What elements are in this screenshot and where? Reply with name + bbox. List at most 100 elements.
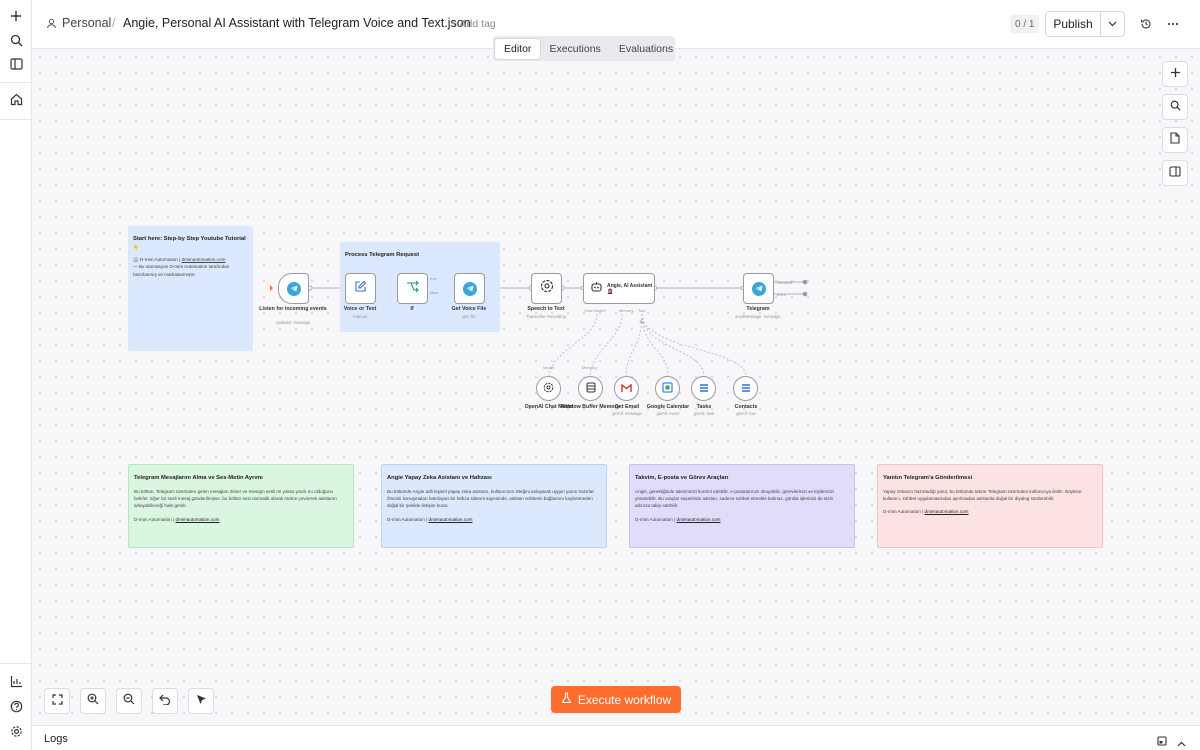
sticky-footer: D-mim Automation | dmimautomation.com [387, 516, 473, 522]
sticky-note-red[interactable]: Yanıtın Telegram'a Gönderilmesi Yapay ze… [877, 464, 1103, 548]
publish-button[interactable]: Publish [1045, 11, 1125, 37]
help-icon[interactable] [8, 698, 24, 714]
sticky-note-icon [1170, 131, 1180, 149]
sidebar-toggle-icon[interactable] [8, 56, 24, 72]
sticky-title: Angie Yapay Zeka Asistanı ve Hafızası [387, 475, 492, 481]
plus-icon[interactable] [8, 8, 24, 24]
node-subtitle: get: file [462, 314, 476, 319]
sticky-link[interactable]: dmimautomation.com [677, 517, 721, 522]
search-nodes-button[interactable] [1162, 94, 1188, 120]
node-subtitle: getAll: row [736, 411, 756, 416]
execute-workflow-button[interactable]: Execute workflow [551, 686, 681, 713]
gmail-icon [621, 380, 632, 398]
node-speech-to-text[interactable] [531, 273, 562, 304]
node-label: Contacts [734, 404, 758, 410]
sticky-footer: D-mim Automation | dmimautomation.com [134, 516, 220, 522]
sticky-footer: D-mim Automation | dmimautomation.com [635, 516, 721, 522]
workflow-name[interactable]: Angie, Personal AI Assistant with Telegr… [123, 16, 471, 30]
tasks-icon [699, 380, 709, 398]
sticky-body: Bu bölümde Angie adlı kişisel yapay zeka… [387, 489, 595, 509]
tab-executions[interactable]: Executions [540, 39, 609, 59]
port-label-error: Error [777, 292, 786, 297]
sticky-note-start[interactable]: Start here: Step-by Step Youtube Tutoria… [128, 226, 253, 351]
sticky-title: Telegram Mesajlarını Alma ve Ses-Metin A… [134, 475, 263, 481]
add-tag-button[interactable]: + Add tag [451, 18, 496, 30]
zoom-out-button[interactable] [116, 688, 142, 714]
zoom-in-button[interactable] [80, 688, 106, 714]
node-label: Telegram [746, 306, 770, 312]
view-tabs: Editor Executions Evaluations [493, 36, 675, 61]
insights-icon[interactable] [8, 673, 24, 689]
sticky-link[interactable]: dmimautomation.com [925, 509, 969, 514]
node-subtitle: Updates: message [275, 320, 311, 325]
sticky-link[interactable]: dmimautomation.com [429, 517, 473, 522]
telegram-icon [751, 281, 766, 296]
project-name: Personal [62, 16, 112, 30]
sticky-note-blue[interactable]: Angie Yapay Zeka Asistanı ve Hafızası Bu… [381, 464, 607, 548]
panel-icon [1169, 164, 1181, 182]
node-window-buffer-memory[interactable] [578, 376, 603, 401]
sticky-title: Takvim, E-posta ve Görev Araçları [635, 475, 729, 481]
divider [0, 119, 32, 120]
breadcrumb-separator: / [112, 16, 116, 30]
branch-icon [406, 280, 419, 298]
node-subtitle: Transcribe Recording [526, 314, 566, 319]
search-icon[interactable] [8, 32, 24, 48]
port-label-model: Model [543, 365, 554, 370]
tab-evaluations[interactable]: Evaluations [610, 39, 682, 59]
more-options-icon[interactable] [1165, 16, 1181, 32]
port-label-true: true [430, 276, 437, 281]
port-label-success: Success [777, 280, 793, 285]
sticky-emoji: 👇 [133, 245, 139, 250]
node-subtitle: sendMessage: message [735, 314, 781, 319]
node-contacts[interactable] [733, 376, 758, 401]
node-telegram-send[interactable] [743, 273, 774, 304]
sticky-body: Yapay zekanın hazırladığı yanıt, bu bölü… [883, 489, 1082, 502]
node-ai-agent[interactable]: Angie, AI Assistant 🧕 [583, 273, 655, 304]
chevron-up-icon[interactable] [1177, 734, 1186, 750]
select-tool-button[interactable] [188, 688, 214, 714]
fit-view-button[interactable] [44, 688, 70, 714]
sticky-note-purple[interactable]: Takvim, E-posta ve Görev Araçları Angie,… [629, 464, 855, 548]
logs-bar[interactable]: Logs [32, 725, 1200, 750]
sticky-link[interactable]: dmimautomation.com [182, 257, 226, 262]
add-tool-icon[interactable]: + [639, 319, 645, 326]
node-openai-chat-model[interactable] [536, 376, 561, 401]
port-label-memory: Memory [582, 365, 597, 370]
telegram-icon [286, 281, 301, 296]
port-label-false: false [430, 290, 439, 295]
zoom-in-icon [87, 692, 99, 710]
sticky-note-green[interactable]: Telegram Mesajlarını Alma ve Ses-Metin A… [128, 464, 354, 548]
add-node-button[interactable] [1162, 61, 1188, 87]
node-voice-or-text[interactable] [345, 273, 376, 304]
logs-label[interactable]: Logs [44, 733, 68, 745]
popout-icon[interactable] [1157, 733, 1167, 750]
chevron-down-icon[interactable] [1101, 21, 1124, 27]
port-label-chat-model: Chat Model* [584, 308, 607, 313]
sticky-body: Bu bölüm, Telegram üzerinden gelen mesaj… [134, 489, 337, 509]
node-tasks[interactable] [691, 376, 716, 401]
history-icon[interactable] [1138, 16, 1154, 32]
toggle-panel-button[interactable] [1162, 160, 1188, 186]
node-get-voice-file[interactable] [454, 273, 485, 304]
tab-editor[interactable]: Editor [495, 38, 541, 59]
node-google-calendar[interactable] [655, 376, 680, 401]
add-sticky-button[interactable] [1162, 127, 1188, 153]
version-counter: 0 / 1 [1010, 15, 1040, 33]
database-icon [586, 380, 596, 398]
workflow-canvas[interactable]: Start here: Step-by Step Youtube Tutoria… [32, 49, 1200, 725]
breadcrumb-project[interactable]: Personal [46, 16, 111, 30]
home-icon[interactable] [8, 91, 24, 107]
openai-icon [543, 380, 554, 398]
undo-button[interactable] [152, 688, 178, 714]
node-get-email[interactable] [614, 376, 639, 401]
node-listen-telegram-trigger[interactable] [278, 273, 309, 304]
publish-label[interactable]: Publish [1046, 12, 1101, 36]
settings-gear-icon[interactable] [8, 723, 24, 739]
contacts-icon [741, 380, 751, 398]
plus-icon [1170, 65, 1181, 83]
node-if[interactable] [397, 273, 428, 304]
port-label-tool: Tool [638, 308, 646, 313]
sticky-link[interactable]: dmimautomation.com [176, 517, 220, 522]
sticky-body: Angie, gerektiğinde takviminizi kontrol … [635, 489, 834, 509]
